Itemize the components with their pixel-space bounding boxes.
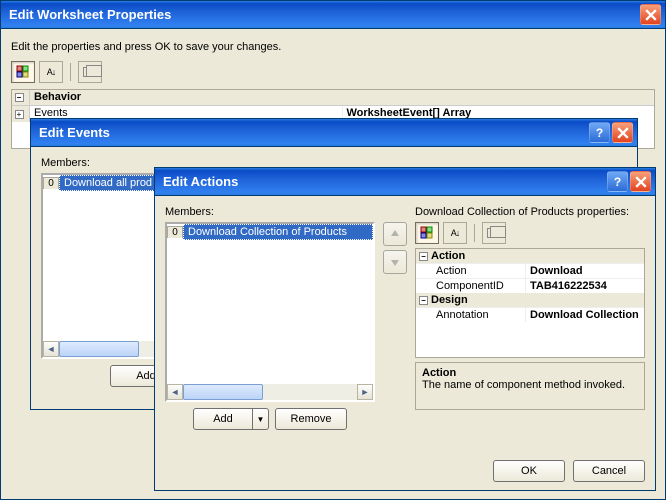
win2-help-button[interactable]: ? bbox=[589, 122, 610, 143]
win1-close-button[interactable] bbox=[640, 4, 661, 25]
ok-button[interactable]: OK bbox=[493, 460, 565, 482]
scroll-left-icon[interactable]: ◄ bbox=[167, 384, 183, 400]
win3-help-button[interactable]: ? bbox=[607, 171, 628, 192]
win1-title: Edit Worksheet Properties bbox=[9, 7, 638, 22]
propcat-action: Action bbox=[431, 250, 465, 262]
expander-icon[interactable]: − bbox=[419, 252, 428, 261]
list-item[interactable]: Download Collection of Products bbox=[183, 224, 373, 240]
list-index: 0 bbox=[43, 177, 59, 189]
cancel-button[interactable]: Cancel bbox=[573, 460, 645, 482]
categorized-icon[interactable] bbox=[415, 222, 439, 244]
categorized-icon[interactable] bbox=[11, 61, 35, 83]
win3-remove-button[interactable]: Remove bbox=[275, 408, 347, 430]
add-dropdown-icon[interactable]: ▼ bbox=[253, 408, 269, 430]
win2-close-button[interactable] bbox=[612, 122, 633, 143]
expander-icon[interactable]: − bbox=[12, 90, 30, 105]
horizontal-scrollbar[interactable]: ◄ ► bbox=[167, 384, 373, 400]
scroll-thumb[interactable] bbox=[183, 384, 263, 400]
prop-componentid-value[interactable]: TAB416222534 bbox=[526, 279, 644, 293]
propcat-design: Design bbox=[431, 294, 468, 306]
move-up-button[interactable] bbox=[383, 222, 407, 246]
expander-icon[interactable]: − bbox=[419, 296, 428, 305]
property-description: Action The name of component method invo… bbox=[415, 362, 645, 410]
arrow-up-icon bbox=[390, 229, 400, 239]
win2-title: Edit Events bbox=[39, 125, 587, 140]
win1-instruction: Edit the properties and press OK to save… bbox=[11, 41, 655, 53]
desc-text: The name of component method invoked. bbox=[422, 379, 638, 391]
win3-members-label: Members: bbox=[165, 206, 375, 218]
prop-action-value[interactable]: Download bbox=[526, 264, 644, 278]
win3-props-header: Download Collection of Products properti… bbox=[415, 206, 645, 218]
list-index: 0 bbox=[167, 226, 183, 238]
arrow-down-icon bbox=[390, 257, 400, 267]
prop-action-label: Action bbox=[416, 264, 526, 278]
win3-members-list[interactable]: 0 Download Collection of Products ◄ ► bbox=[165, 222, 375, 402]
win3-property-grid[interactable]: −Action Action Download ComponentID TAB4… bbox=[415, 248, 645, 358]
scroll-right-icon[interactable]: ► bbox=[357, 384, 373, 400]
scroll-thumb[interactable] bbox=[59, 341, 139, 357]
desc-title: Action bbox=[422, 367, 638, 379]
property-pages-icon[interactable] bbox=[78, 61, 102, 83]
win3-title: Edit Actions bbox=[163, 174, 605, 189]
prop-annotation-label: Annotation bbox=[416, 308, 526, 322]
category-behavior: Behavior bbox=[30, 90, 654, 105]
scroll-left-icon[interactable]: ◄ bbox=[43, 341, 59, 357]
win3-close-button[interactable] bbox=[630, 171, 651, 192]
expander-icon[interactable]: + bbox=[12, 106, 30, 122]
win3-add-button[interactable]: Add bbox=[193, 408, 253, 430]
move-down-button[interactable] bbox=[383, 250, 407, 274]
alpha-sort-icon[interactable]: A↓ bbox=[443, 222, 467, 244]
prop-annotation-value[interactable]: Download Collection bbox=[526, 308, 644, 322]
prop-componentid-label: ComponentID bbox=[416, 279, 526, 293]
alpha-sort-icon[interactable]: A↓ bbox=[39, 61, 63, 83]
property-pages-icon[interactable] bbox=[482, 222, 506, 244]
